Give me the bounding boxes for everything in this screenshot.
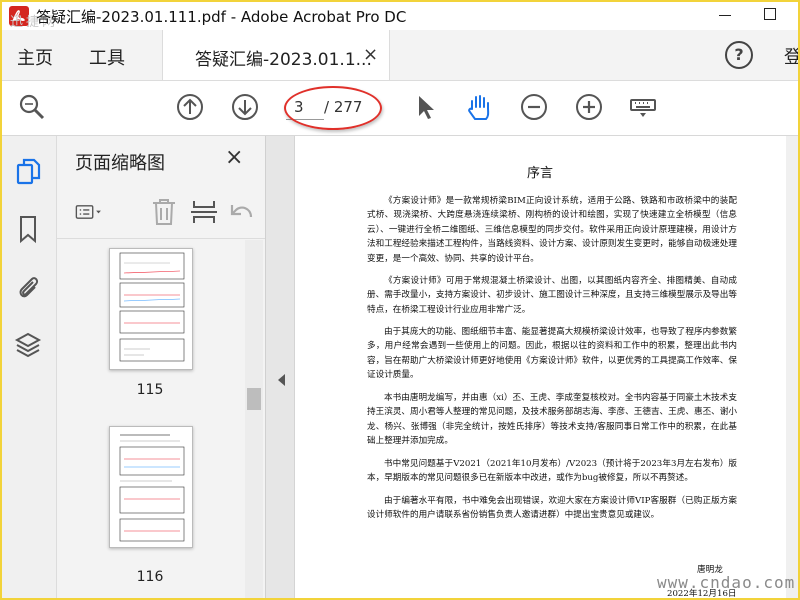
help-button[interactable]: ? [725, 41, 753, 69]
thumbnail-preview [119, 434, 185, 542]
extract-page-icon[interactable] [189, 197, 219, 227]
document-paragraph: 本书由唐明龙编写，并由惠（xi）丕、王虎、李成奎复核校对。全书内容基于同豪土木技… [367, 393, 737, 447]
panel-splitter[interactable] [266, 136, 295, 598]
bookmark-icon[interactable] [14, 214, 42, 244]
thumbnail-page-number: 115 [136, 382, 164, 398]
thumbnail-scrollbar-thumb[interactable] [247, 388, 261, 410]
thumbnail-scrollbar[interactable] [245, 240, 263, 598]
hand-tool-icon[interactable] [464, 92, 494, 122]
document-paragraph: 书中常见问题基于V2021（2021年10月发布）/V2023（预计将于2023… [367, 459, 737, 484]
page-thumbnail[interactable] [109, 426, 193, 548]
document-tab-label: 答疑汇编-2023.01.1... [195, 50, 372, 70]
tab-tools[interactable]: 工具 [89, 44, 125, 70]
menu-bar: 主页 工具 答疑汇编-2023.01.1... × ? 登 [2, 30, 798, 81]
page-thumbnails-icon[interactable] [14, 156, 42, 186]
document-paragraph: 《方案设计师》是一款常规桥梁BIM正向设计系统，适用于公路、铁路和市政桥梁中的装… [367, 196, 737, 264]
page-down-icon[interactable] [230, 92, 260, 122]
document-paragraph: 由于其庞大的功能、图纸细节丰富、能显著提高大规模桥梁设计效率，也导致了程序内参数… [367, 327, 737, 381]
tab-home[interactable]: 主页 [17, 44, 53, 70]
panel-toolbar [57, 186, 265, 239]
keyboard-tool-icon[interactable] [628, 92, 658, 122]
panel-close-button[interactable]: × [225, 145, 243, 170]
thumbnail-options-icon[interactable] [75, 197, 105, 227]
document-heading: 序言 [526, 166, 553, 181]
document-paragraph: 由于编著水平有限，书中难免会出现错误，欢迎大家在方案设计师VIP客服群（已购正版… [367, 496, 737, 521]
maximize-button[interactable] [758, 4, 782, 26]
toolbar: / 277 [2, 81, 798, 136]
zoom-out-icon[interactable] [519, 92, 549, 122]
title-bar: 迅捷网 答疑汇编-2023.01.111.pdf - Adobe Acrobat… [2, 2, 798, 30]
zoom-search-icon[interactable] [17, 92, 47, 122]
watermark-bottom-right: www.cndao.com [657, 573, 796, 592]
minimize-button[interactable] [714, 4, 738, 26]
layers-icon[interactable] [14, 330, 42, 360]
undo-icon[interactable] [227, 197, 257, 227]
navigation-rail [2, 136, 57, 598]
panel-title: 页面缩略图 [75, 153, 165, 174]
attachment-icon[interactable] [14, 272, 42, 302]
tab-document[interactable]: 答疑汇编-2023.01.1... × [162, 30, 390, 80]
document-paragraph: 《方案设计师》可用于常规混凝土桥梁设计、出图，以其图纸内容齐全、排图精美、自动成… [367, 276, 737, 315]
document-view: 序言 《方案设计师》是一款常规桥梁BIM正向设计系统，适用于公路、铁路和市政桥梁… [295, 136, 785, 598]
collapse-panel-icon[interactable] [278, 374, 285, 386]
page-thumbnails-panel: 页面缩略图 × 115 116 [57, 136, 266, 598]
window-title: 答疑汇编-2023.01.111.pdf - Adobe Acrobat Pro… [36, 8, 407, 26]
acrobat-window: 迅捷网 答疑汇编-2023.01.111.pdf - Adobe Acrobat… [0, 0, 800, 600]
page-up-icon[interactable] [175, 92, 205, 122]
thumbnail-page-number: 116 [136, 569, 164, 585]
delete-page-icon[interactable] [149, 197, 179, 227]
page-thumbnail[interactable] [109, 248, 193, 370]
select-cursor-icon[interactable] [410, 92, 440, 122]
signin-button[interactable]: 登 [784, 43, 798, 69]
thumbnail-preview [119, 252, 185, 362]
close-tab-button[interactable]: × [363, 44, 378, 65]
document-scrollbar[interactable] [786, 136, 798, 598]
annotation-ellipse [284, 86, 382, 130]
zoom-in-icon[interactable] [574, 92, 604, 122]
